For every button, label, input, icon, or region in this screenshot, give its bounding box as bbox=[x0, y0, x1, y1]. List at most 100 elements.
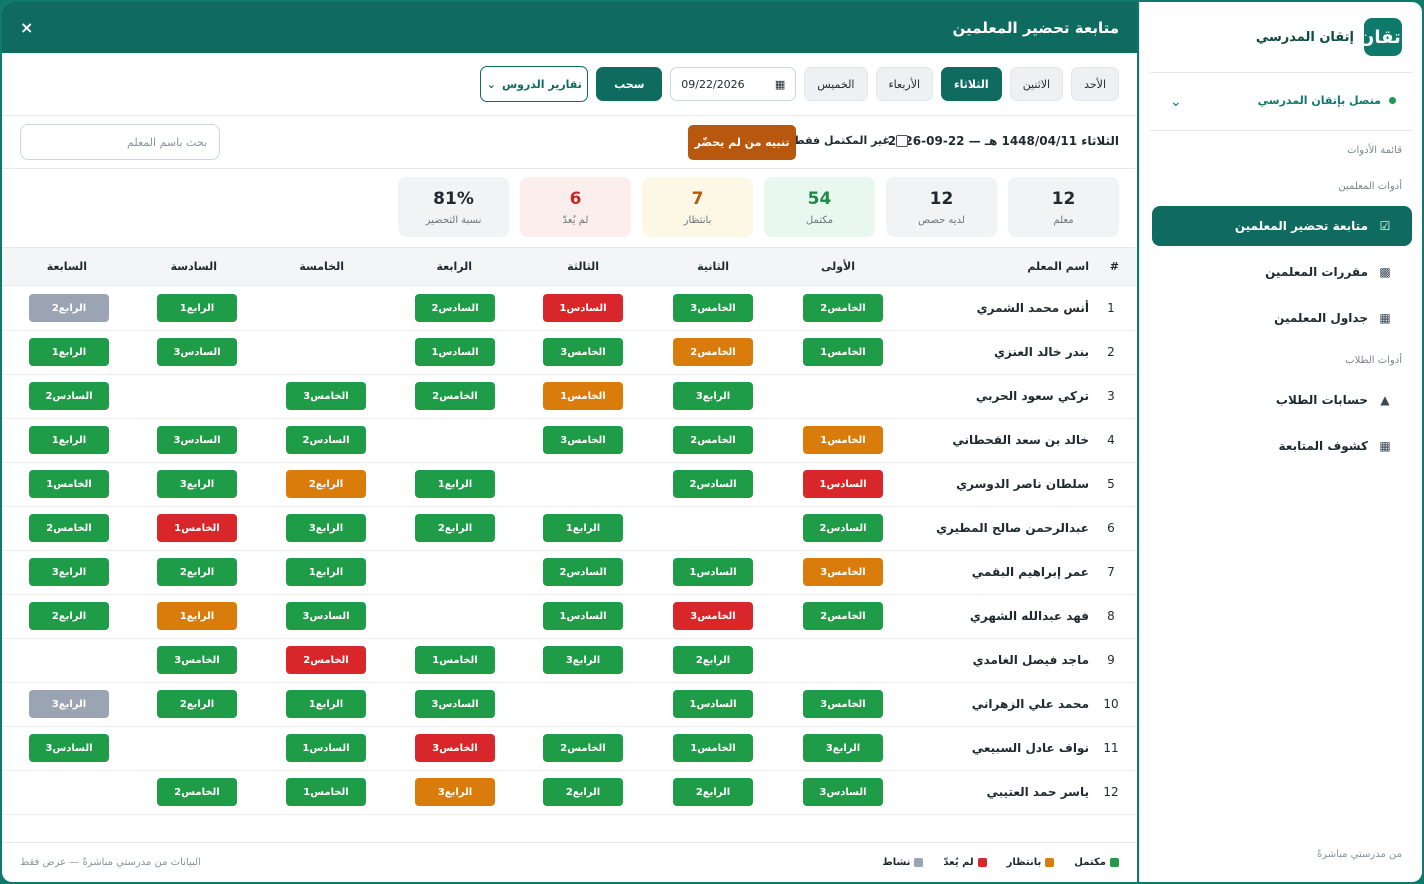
teacher-name[interactable]: عمر إبراهيم البقمي bbox=[972, 565, 1089, 579]
lesson-status-pill[interactable]: السادس1 bbox=[415, 338, 495, 366]
day-tab-wednesday[interactable]: الأربعاء bbox=[875, 67, 934, 101]
lesson-status-pill[interactable]: السادس3 bbox=[157, 338, 237, 366]
lesson-status-pill[interactable]: الخامس1 bbox=[673, 734, 753, 762]
lesson-status-pill[interactable]: الخامس2 bbox=[29, 514, 109, 542]
lesson-status-pill[interactable]: السادس3 bbox=[415, 690, 495, 718]
nav-teacher-schedules[interactable]: ▦ جداول المعلمين bbox=[1152, 298, 1412, 338]
lesson-status-pill[interactable]: الرابع1 bbox=[415, 470, 495, 498]
lesson-status-pill[interactable]: الرابع1 bbox=[286, 690, 366, 718]
nav-student-accounts[interactable]: ▲ حسابات الطلاب bbox=[1152, 380, 1412, 420]
lesson-status-pill[interactable]: السادس2 bbox=[543, 558, 623, 586]
lesson-status-pill[interactable]: السادس2 bbox=[673, 470, 753, 498]
lesson-status-pill[interactable]: الخامس1 bbox=[286, 778, 366, 806]
lesson-status-pill[interactable]: الرابع2 bbox=[673, 778, 753, 806]
teacher-name[interactable]: ماجد فيصل الغامدي bbox=[973, 653, 1089, 667]
lesson-status-pill[interactable]: السادس3 bbox=[286, 602, 366, 630]
lesson-status-pill[interactable]: الرابع2 bbox=[29, 294, 109, 322]
teacher-name[interactable]: تركي سعود الحربي bbox=[976, 389, 1089, 403]
table-row[interactable]: 1 أنس محمد الشمري الخامس2 الخامس3 السادس1 ال… bbox=[2, 287, 1137, 331]
lesson-status-pill[interactable]: السادس1 bbox=[673, 558, 753, 586]
lesson-status-pill[interactable]: الرابع3 bbox=[673, 382, 753, 410]
search-input[interactable]: بحث باسم المعلم bbox=[20, 124, 220, 160]
lesson-status-pill[interactable]: السادس1 bbox=[543, 294, 623, 322]
lesson-status-pill[interactable]: الخامس2 bbox=[803, 602, 883, 630]
lesson-status-pill[interactable]: السادس1 bbox=[543, 602, 623, 630]
lesson-status-pill[interactable]: السادس2 bbox=[29, 382, 109, 410]
table-row[interactable]: 5 سلطان ناصر الدوسري السادس1 السادس2 الرابع… bbox=[2, 463, 1137, 507]
teacher-name[interactable]: ياسر حمد العتيبي bbox=[987, 785, 1090, 799]
nav-follow-up-sheets[interactable]: ▦ كشوف المتابعة bbox=[1152, 426, 1412, 466]
table-row[interactable]: 11 نواف عادل السبيعي الرابع3 الخامس1 الخامس… bbox=[2, 727, 1137, 771]
lesson-status-pill[interactable]: الخامس1 bbox=[29, 470, 109, 498]
lesson-status-pill[interactable]: السادس2 bbox=[803, 514, 883, 542]
lesson-status-pill[interactable]: السادس2 bbox=[415, 294, 495, 322]
lesson-status-pill[interactable]: السادس3 bbox=[803, 778, 883, 806]
lesson-status-pill[interactable]: الرابع1 bbox=[157, 602, 237, 630]
date-input[interactable]: 09/22/2026 ▦ bbox=[670, 67, 797, 101]
teacher-name[interactable]: نواف عادل السبيعي bbox=[972, 741, 1089, 755]
lesson-status-pill[interactable]: الرابع3 bbox=[29, 558, 109, 586]
table-row[interactable]: 3 تركي سعود الحربي الرابع3 الخامس1 الخامس2 ا… bbox=[2, 375, 1137, 419]
lesson-status-pill[interactable]: الرابع3 bbox=[543, 646, 623, 674]
lesson-status-pill[interactable]: الخامس3 bbox=[803, 690, 883, 718]
lesson-status-pill[interactable]: السادس1 bbox=[286, 734, 366, 762]
lesson-status-pill[interactable]: الرابع1 bbox=[29, 426, 109, 454]
teacher-name[interactable]: محمد علي الزهراني bbox=[972, 697, 1089, 711]
lesson-status-pill[interactable]: الخامس2 bbox=[543, 734, 623, 762]
lesson-status-pill[interactable]: الخامس3 bbox=[543, 426, 623, 454]
table-row[interactable]: 9 ماجد فيصل الغامدي الرابع2 الرابع3 الخامس1… bbox=[2, 639, 1137, 683]
lesson-status-pill[interactable]: السادس2 bbox=[286, 426, 366, 454]
lesson-status-pill[interactable]: الخامس3 bbox=[673, 294, 753, 322]
teacher-name[interactable]: عبدالرحمن صالح المطيري bbox=[936, 521, 1089, 535]
lesson-status-pill[interactable]: الخامس3 bbox=[803, 558, 883, 586]
lesson-status-pill[interactable]: الخامس2 bbox=[673, 426, 753, 454]
lesson-status-pill[interactable]: الخامس1 bbox=[157, 514, 237, 542]
lesson-status-pill[interactable]: الخامس2 bbox=[286, 646, 366, 674]
lesson-status-pill[interactable]: الرابع2 bbox=[673, 646, 753, 674]
lesson-status-pill[interactable]: الرابع2 bbox=[543, 778, 623, 806]
lesson-status-pill[interactable]: الرابع3 bbox=[157, 470, 237, 498]
lesson-status-pill[interactable]: الخامس1 bbox=[803, 338, 883, 366]
table-row[interactable]: 6 عبدالرحمن صالح المطيري السادس2 الرابع1 ال… bbox=[2, 507, 1137, 551]
day-tab-monday[interactable]: الاثنين bbox=[1009, 67, 1064, 101]
reports-dropdown[interactable]: تقارير الدروس ⌄ bbox=[480, 66, 589, 102]
lesson-status-pill[interactable]: السادس3 bbox=[157, 426, 237, 454]
lesson-status-pill[interactable]: الرابع1 bbox=[29, 338, 109, 366]
teacher-name[interactable]: أنس محمد الشمري bbox=[977, 301, 1089, 315]
lesson-status-pill[interactable]: الخامس3 bbox=[543, 338, 623, 366]
teacher-name[interactable]: بندر خالد العنزي bbox=[994, 345, 1089, 359]
lesson-status-pill[interactable]: الرابع3 bbox=[803, 734, 883, 762]
lesson-status-pill[interactable]: الرابع1 bbox=[157, 294, 237, 322]
lesson-status-pill[interactable]: الرابع1 bbox=[286, 558, 366, 586]
lesson-status-pill[interactable]: الخامس2 bbox=[673, 338, 753, 366]
teacher-name[interactable]: سلطان ناصر الدوسري bbox=[956, 477, 1089, 491]
lesson-status-pill[interactable]: الخامس2 bbox=[157, 778, 237, 806]
teacher-name[interactable]: فهد عبدالله الشهري bbox=[970, 609, 1089, 623]
table-row[interactable]: 2 بندر خالد العنزي الخامس1 الخامس2 الخامس3 ا… bbox=[2, 331, 1137, 375]
lesson-status-pill[interactable]: الخامس1 bbox=[803, 426, 883, 454]
table-row[interactable]: 8 فهد عبدالله الشهري الخامس2 الخامس3 السادس… bbox=[2, 595, 1137, 639]
day-tab-tuesday[interactable]: الثلاثاء bbox=[941, 67, 1002, 101]
lesson-status-pill[interactable]: السادس3 bbox=[29, 734, 109, 762]
lesson-status-pill[interactable]: الخامس3 bbox=[673, 602, 753, 630]
lesson-status-pill[interactable]: الرابع3 bbox=[415, 778, 495, 806]
table-row[interactable]: 10 محمد علي الزهراني الخامس3 السادس1 السادس… bbox=[2, 683, 1137, 727]
lesson-status-pill[interactable]: الرابع2 bbox=[415, 514, 495, 542]
lesson-status-pill[interactable]: الرابع3 bbox=[286, 514, 366, 542]
lesson-status-pill[interactable]: الرابع3 bbox=[29, 690, 109, 718]
incomplete-only-checkbox[interactable]: غير المكتمل فقط bbox=[793, 134, 908, 147]
lesson-status-pill[interactable]: الرابع2 bbox=[157, 690, 237, 718]
brand[interactable]: إتقان إتقان المدرسي bbox=[1256, 18, 1407, 56]
lesson-status-pill[interactable]: الخامس3 bbox=[157, 646, 237, 674]
close-icon[interactable]: × bbox=[20, 18, 33, 37]
lesson-status-pill[interactable]: الخامس1 bbox=[415, 646, 495, 674]
lesson-status-pill[interactable]: الرابع2 bbox=[157, 558, 237, 586]
lesson-status-pill[interactable]: السادس1 bbox=[803, 470, 883, 498]
table-row[interactable]: 4 خالد بن سعد القحطاني الخامس1 الخامس2 الخا… bbox=[2, 419, 1137, 463]
lesson-status-pill[interactable]: الخامس2 bbox=[415, 382, 495, 410]
alert-unprepared-button[interactable]: تنبيه من لم يحضّر bbox=[688, 125, 796, 160]
lesson-status-pill[interactable]: الرابع2 bbox=[286, 470, 366, 498]
table-row[interactable]: 7 عمر إبراهيم البقمي الخامس3 السادس1 السادس… bbox=[2, 551, 1137, 595]
teacher-name[interactable]: خالد بن سعد القحطاني bbox=[952, 433, 1089, 447]
day-tab-thursday[interactable]: الخميس bbox=[804, 67, 868, 101]
